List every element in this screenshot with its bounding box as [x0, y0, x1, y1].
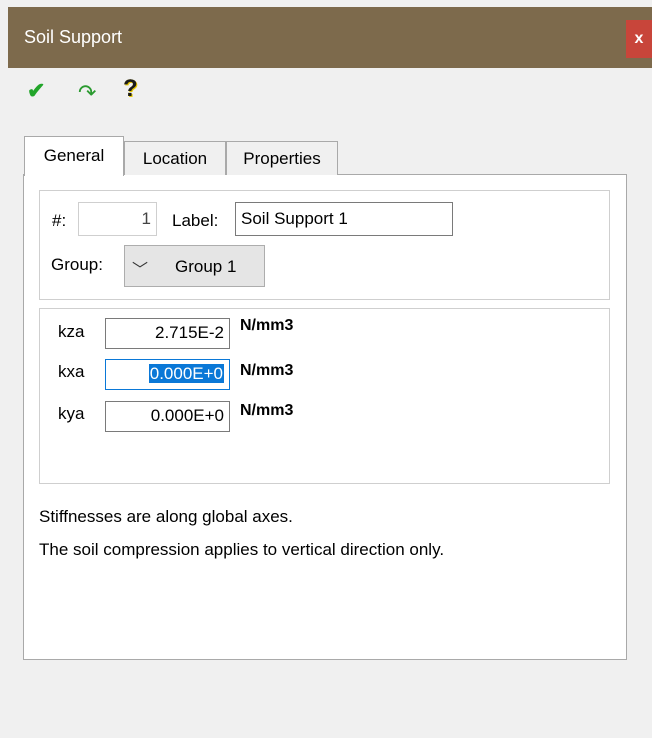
check-icon[interactable]: ✔ [27, 80, 45, 102]
kxa-field[interactable]: 0.000E+0 [105, 359, 230, 390]
note-global-axes: Stiffnesses are along global axes. [39, 507, 293, 526]
number-label: #: [52, 211, 67, 230]
group-select[interactable]: ﹀ Group 1 [124, 245, 265, 287]
kza-field[interactable]: 2.715E-2 [105, 318, 230, 349]
tab-general[interactable]: General [24, 136, 124, 176]
tab-location[interactable]: Location [124, 141, 226, 175]
kya-label: kya [58, 404, 85, 423]
kxa-value: 0.000E+0 [148, 364, 224, 383]
window-title: Soil Support [24, 27, 123, 47]
close-button[interactable]: x [626, 20, 652, 58]
group-label: Group: [51, 255, 103, 274]
kza-label: kza [58, 322, 85, 341]
note-vertical-compression: The soil compression applies to vertical… [39, 540, 445, 559]
group-select-value: Group 1 [175, 257, 237, 276]
kya-value: 0.000E+0 [150, 406, 224, 425]
tab-properties[interactable]: Properties [226, 141, 338, 175]
label-label: Label: [172, 211, 219, 230]
redo-icon[interactable]: ↷ [78, 82, 96, 104]
kxa-label: kxa [58, 362, 85, 381]
kya-unit: N/mm3 [240, 402, 294, 419]
number-field[interactable] [78, 202, 157, 236]
kza-unit: N/mm3 [240, 317, 294, 334]
kza-value: 2.715E-2 [155, 323, 224, 342]
chevron-down-icon: ﹀ [132, 262, 149, 279]
label-field[interactable] [235, 202, 453, 236]
help-icon[interactable]: ? [123, 77, 138, 101]
kxa-unit: N/mm3 [240, 362, 294, 379]
title-bar: Soil Support [8, 7, 652, 68]
kya-field[interactable]: 0.000E+0 [105, 401, 230, 432]
